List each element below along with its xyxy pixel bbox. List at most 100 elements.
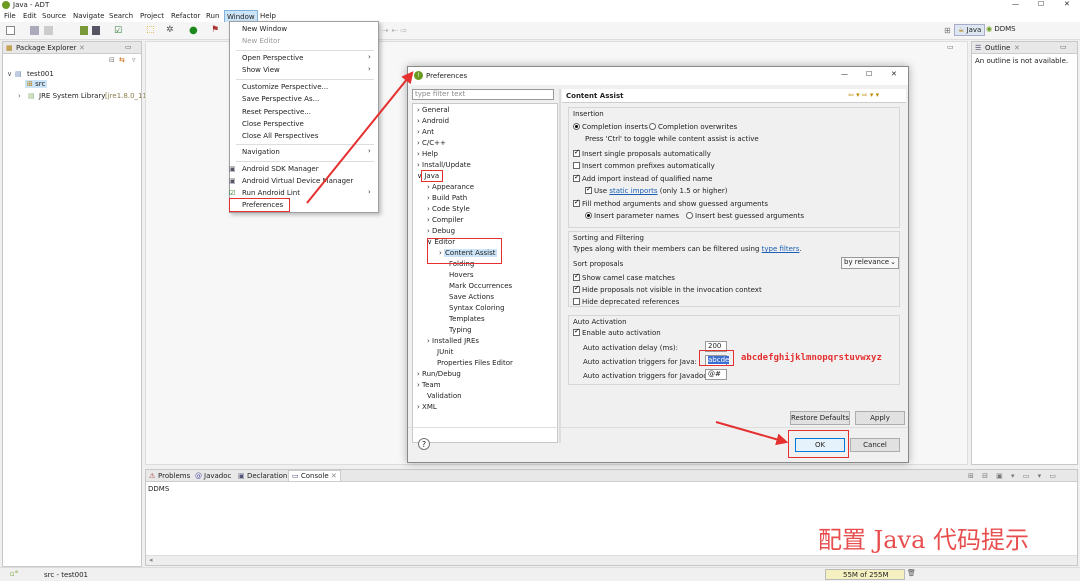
close-console-icon[interactable]: ✕ xyxy=(331,472,337,480)
menu-search[interactable]: Search xyxy=(109,12,133,20)
menu-item-close-perspective[interactable]: Close Perspective xyxy=(242,120,304,128)
add-import-checkbox[interactable]: Add import instead of qualified name xyxy=(573,173,712,183)
menu-item-customize-perspective[interactable]: Customize Perspective... xyxy=(242,83,328,91)
menu-help[interactable]: Help xyxy=(260,12,276,20)
perspective-ddms[interactable]: ◉ DDMS xyxy=(986,25,1016,33)
close-button[interactable]: ✕ xyxy=(1064,0,1070,8)
insert-param-names-radio[interactable]: Insert parameter names xyxy=(585,212,679,220)
apply-button[interactable]: Apply xyxy=(855,411,905,425)
link-editor-icon[interactable]: ⇆ xyxy=(119,56,125,64)
tree-item-ant[interactable]: › Ant xyxy=(417,128,434,136)
close-view-icon[interactable]: ✕ xyxy=(79,44,85,52)
menu-item-avd-manager[interactable]: Android Virtual Device Manager xyxy=(242,177,353,185)
menu-edit[interactable]: Edit xyxy=(23,12,37,20)
console-toolbar-icons[interactable]: ⊞ ⊟ ▣ ▾ ▭ ▾ ▭ xyxy=(968,472,1059,480)
src-node[interactable]: ⊞ src xyxy=(25,80,48,88)
menu-item-close-all-perspectives[interactable]: Close All Perspectives xyxy=(242,132,318,140)
hide-deprecated-checkbox[interactable]: Hide deprecated references xyxy=(573,298,679,306)
tree-item-general[interactable]: › General xyxy=(417,106,450,114)
run-icon[interactable]: ● xyxy=(189,25,198,36)
tree-item-installed-jres[interactable]: › Installed JREs xyxy=(427,337,479,345)
minimize-outline-icon[interactable]: ▭ xyxy=(1060,43,1067,51)
project-node[interactable]: test001 xyxy=(27,70,54,78)
lint-icon[interactable]: ☑ xyxy=(114,26,122,36)
nav-arrows-icon[interactable]: ⇢ ⇠ ⇨ xyxy=(382,26,407,35)
menu-source[interactable]: Source xyxy=(42,12,66,20)
dialog-close-button[interactable]: ✕ xyxy=(891,70,897,78)
tree-item-team[interactable]: › Team xyxy=(417,381,441,389)
cancel-button[interactable]: Cancel xyxy=(850,438,900,452)
tab-javadoc[interactable]: Javadoc xyxy=(204,472,231,480)
tree-item-install-update[interactable]: › Install/Update xyxy=(417,161,471,169)
scroll-left-icon[interactable]: ◂ xyxy=(149,556,153,564)
menu-item-navigation[interactable]: Navigation xyxy=(242,148,280,156)
package-explorer-tab[interactable]: Package Explorer xyxy=(16,44,76,52)
tree-item-help[interactable]: › Help xyxy=(417,150,438,158)
open-perspective-icon[interactable]: ⊞ xyxy=(944,26,951,35)
tree-item-appearance[interactable]: › Appearance xyxy=(427,183,474,191)
menu-item-new-editor[interactable]: New Editor xyxy=(242,37,280,45)
tree-item-templates[interactable]: Templates xyxy=(449,315,485,323)
maximize-button[interactable]: ☐ xyxy=(1038,0,1044,8)
type-filters-link[interactable]: type filters xyxy=(762,245,800,253)
tree-item-cpp[interactable]: › C/C++ xyxy=(417,139,446,147)
close-outline-icon[interactable]: ✕ xyxy=(1014,44,1020,52)
tree-item-junit[interactable]: JUnit xyxy=(437,348,453,356)
single-proposals-checkbox[interactable]: Insert single proposals automatically xyxy=(573,148,711,158)
menu-item-save-perspective[interactable]: Save Perspective As... xyxy=(242,95,319,103)
static-imports-link[interactable]: static imports xyxy=(609,187,657,195)
tree-item-build-path[interactable]: › Build Path xyxy=(427,194,467,202)
sort-proposals-select[interactable]: by relevance ⌄ xyxy=(841,257,899,269)
javadoc-triggers-input[interactable]: @# xyxy=(705,369,727,380)
chevron-down-icon[interactable]: ∨ xyxy=(7,70,12,78)
console-scrollbar[interactable]: ◂ xyxy=(146,555,1077,565)
android-sdk-icon[interactable] xyxy=(80,26,88,35)
minimize-button[interactable]: — xyxy=(1012,0,1019,8)
menu-project[interactable]: Project xyxy=(140,12,164,20)
tree-item-android[interactable]: › Android xyxy=(417,117,449,125)
gc-trash-icon[interactable]: 🗑 xyxy=(907,569,916,577)
tab-declaration[interactable]: Declaration xyxy=(247,472,287,480)
dialog-minimize-button[interactable]: — xyxy=(841,70,848,78)
chevron-right-icon[interactable]: › xyxy=(18,92,21,100)
menu-item-show-view[interactable]: Show View xyxy=(242,66,280,74)
external-tools-icon[interactable]: ⚑ xyxy=(211,25,219,35)
outline-tab[interactable]: Outline xyxy=(985,44,1010,52)
tab-problems[interactable]: Problems xyxy=(158,472,190,480)
tree-item-xml[interactable]: › XML xyxy=(417,403,437,411)
fill-args-checkbox[interactable]: Fill method arguments and show guessed a… xyxy=(573,198,768,208)
menu-file[interactable]: File xyxy=(4,12,16,20)
collapse-all-icon[interactable]: ⊟ xyxy=(109,56,115,64)
hide-invisible-checkbox[interactable]: Hide proposals not visible in the invoca… xyxy=(573,284,762,294)
view-menu-icon[interactable]: ▿ xyxy=(132,56,136,64)
tree-item-code-style[interactable]: › Code Style xyxy=(427,205,470,213)
new-class-icon[interactable]: ⬚ xyxy=(146,25,155,35)
tree-item-hovers[interactable]: Hovers xyxy=(449,271,474,279)
debug-icon[interactable]: ✲ xyxy=(166,25,174,35)
use-static-imports-checkbox[interactable]: Use static imports (only 1.5 or higher) xyxy=(585,185,727,195)
heap-status[interactable]: 55M of 255M xyxy=(825,569,905,580)
tree-item-validation[interactable]: Validation xyxy=(427,392,462,400)
maximize-editor-icon[interactable]: ▭ xyxy=(947,43,954,51)
restore-defaults-button[interactable]: Restore Defaults xyxy=(790,411,850,425)
tab-console[interactable]: ▭ Console ✕ xyxy=(288,470,341,481)
completion-inserts-radio[interactable]: Completion inserts xyxy=(573,123,648,131)
menu-item-run-android-lint[interactable]: Run Android Lint xyxy=(242,189,300,197)
dialog-maximize-button[interactable]: ☐ xyxy=(866,70,872,78)
camel-case-checkbox[interactable]: Show camel case matches xyxy=(573,272,675,282)
insert-best-guessed-radio[interactable]: Insert best guessed arguments xyxy=(686,212,804,220)
avd-icon[interactable] xyxy=(92,26,100,35)
print-icon[interactable] xyxy=(44,26,53,35)
common-prefixes-checkbox[interactable]: Insert common prefixes automatically xyxy=(573,162,715,170)
filter-input[interactable]: type filter text xyxy=(412,89,554,100)
completion-overwrites-radio[interactable]: Completion overwrites xyxy=(649,123,737,131)
tree-item-properties-files-editor[interactable]: Properties Files Editor xyxy=(437,359,513,367)
tree-item-compiler[interactable]: › Compiler xyxy=(427,216,464,224)
save-icon[interactable] xyxy=(30,26,39,35)
tree-item-run-debug[interactable]: › Run/Debug xyxy=(417,370,461,378)
menu-refactor[interactable]: Refactor xyxy=(171,12,200,20)
sash[interactable] xyxy=(559,89,561,443)
menu-navigate[interactable]: Navigate xyxy=(73,12,104,20)
tree-item-typing[interactable]: Typing xyxy=(449,326,472,334)
help-icon[interactable]: ? xyxy=(418,438,430,450)
